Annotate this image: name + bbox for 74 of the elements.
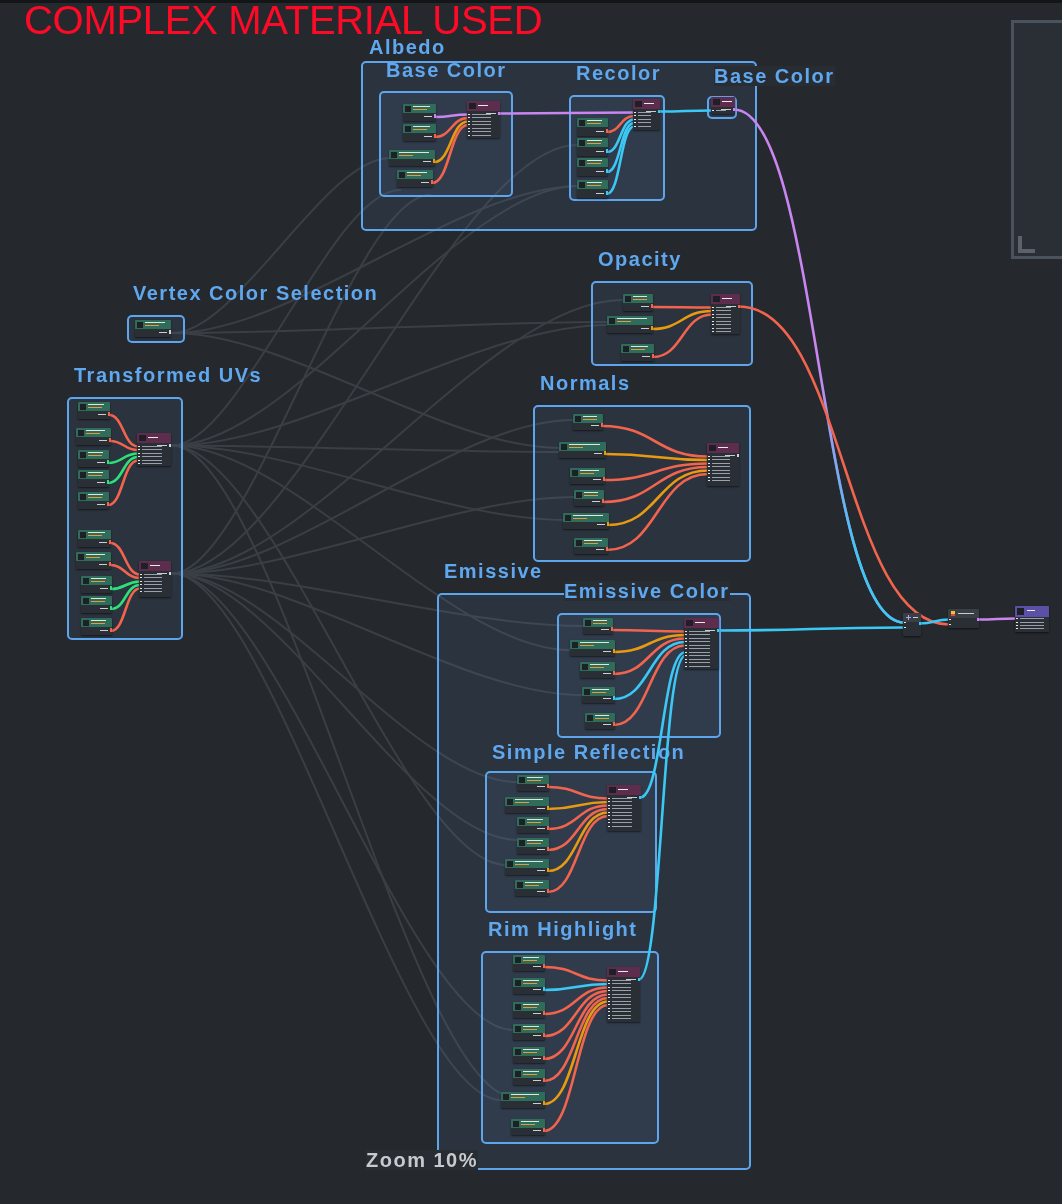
parameter-node[interactable] [81, 596, 112, 613]
add-node[interactable] [903, 613, 921, 636]
parameter-node[interactable] [78, 402, 110, 419]
parameter-node[interactable] [389, 150, 435, 166]
function-node[interactable] [607, 967, 640, 1022]
function-node[interactable] [633, 99, 660, 130]
parameter-node[interactable] [517, 817, 549, 833]
parameter-node[interactable] [403, 124, 436, 141]
parameter-node[interactable] [81, 576, 112, 593]
output-node[interactable] [1015, 606, 1049, 632]
parameter-node[interactable] [81, 618, 112, 635]
parameter-node[interactable] [621, 344, 654, 361]
parameter-node[interactable] [577, 138, 608, 156]
parameter-node[interactable] [511, 1119, 545, 1135]
parameter-node[interactable] [515, 880, 549, 896]
parameter-node[interactable] [577, 118, 608, 136]
material-node[interactable] [948, 609, 979, 628]
parameter-node[interactable] [513, 955, 545, 971]
group-title: Albedo [369, 37, 446, 57]
parameter-node[interactable] [570, 640, 615, 656]
resize-handle-icon[interactable] [1018, 236, 1035, 253]
function-node[interactable] [139, 561, 171, 597]
parameter-node[interactable] [517, 838, 549, 854]
parameter-node[interactable] [585, 713, 615, 729]
parameter-node[interactable] [559, 442, 606, 458]
group-title: Emissive Color [564, 581, 730, 601]
function-node[interactable] [137, 433, 171, 466]
function-node[interactable] [711, 97, 735, 114]
parameter-node[interactable] [563, 513, 609, 529]
parameter-node[interactable] [76, 428, 111, 445]
parameter-node[interactable] [78, 492, 109, 509]
parameter-node[interactable] [135, 320, 171, 337]
group-title: Normals [540, 373, 631, 393]
function-node[interactable] [467, 101, 500, 138]
parameter-node[interactable] [517, 775, 549, 791]
group-title: Emissive [444, 561, 543, 581]
parameter-node[interactable] [573, 414, 603, 430]
parameter-node[interactable] [505, 859, 549, 875]
group-title: Base Color [386, 60, 507, 80]
parameter-node[interactable] [78, 450, 109, 467]
parameter-node[interactable] [78, 470, 109, 487]
group-title: Opacity [598, 249, 682, 269]
group-title: Rim Highlight [488, 919, 638, 939]
group-title: Recolor [576, 63, 661, 83]
parameter-node[interactable] [513, 1002, 545, 1018]
group-title: Transformed UVs [74, 365, 263, 385]
parameter-node[interactable] [607, 316, 653, 333]
function-node[interactable] [711, 294, 740, 334]
group-title: Base Color [714, 66, 835, 86]
annotation-text: COMPLEX MATERIAL USED [24, 4, 543, 36]
parameter-node[interactable] [513, 1069, 545, 1085]
parameter-node[interactable] [577, 158, 608, 176]
parameter-node[interactable] [403, 104, 436, 121]
parameter-node[interactable] [505, 797, 549, 813]
parameter-node[interactable] [570, 468, 605, 484]
parameter-node[interactable] [397, 170, 433, 187]
parameter-node[interactable] [580, 662, 615, 678]
parameter-node[interactable] [583, 618, 613, 634]
function-node[interactable] [607, 785, 641, 831]
zoom-label: Zoom 10% [366, 1150, 479, 1170]
parameter-node[interactable] [513, 1047, 545, 1063]
parameter-node[interactable] [513, 1024, 545, 1040]
parameter-node[interactable] [574, 538, 608, 554]
parameter-node[interactable] [78, 530, 111, 547]
parameter-node[interactable] [577, 180, 608, 198]
parameter-node[interactable] [501, 1092, 545, 1108]
parameter-node[interactable] [582, 687, 615, 703]
parameter-node[interactable] [76, 552, 111, 569]
function-node[interactable] [684, 618, 719, 669]
function-node[interactable] [707, 443, 739, 486]
parameter-node[interactable] [513, 978, 545, 994]
group-title: Vertex Color Selection [133, 283, 379, 303]
parameter-node[interactable] [574, 490, 604, 506]
parameter-node[interactable] [623, 294, 653, 311]
